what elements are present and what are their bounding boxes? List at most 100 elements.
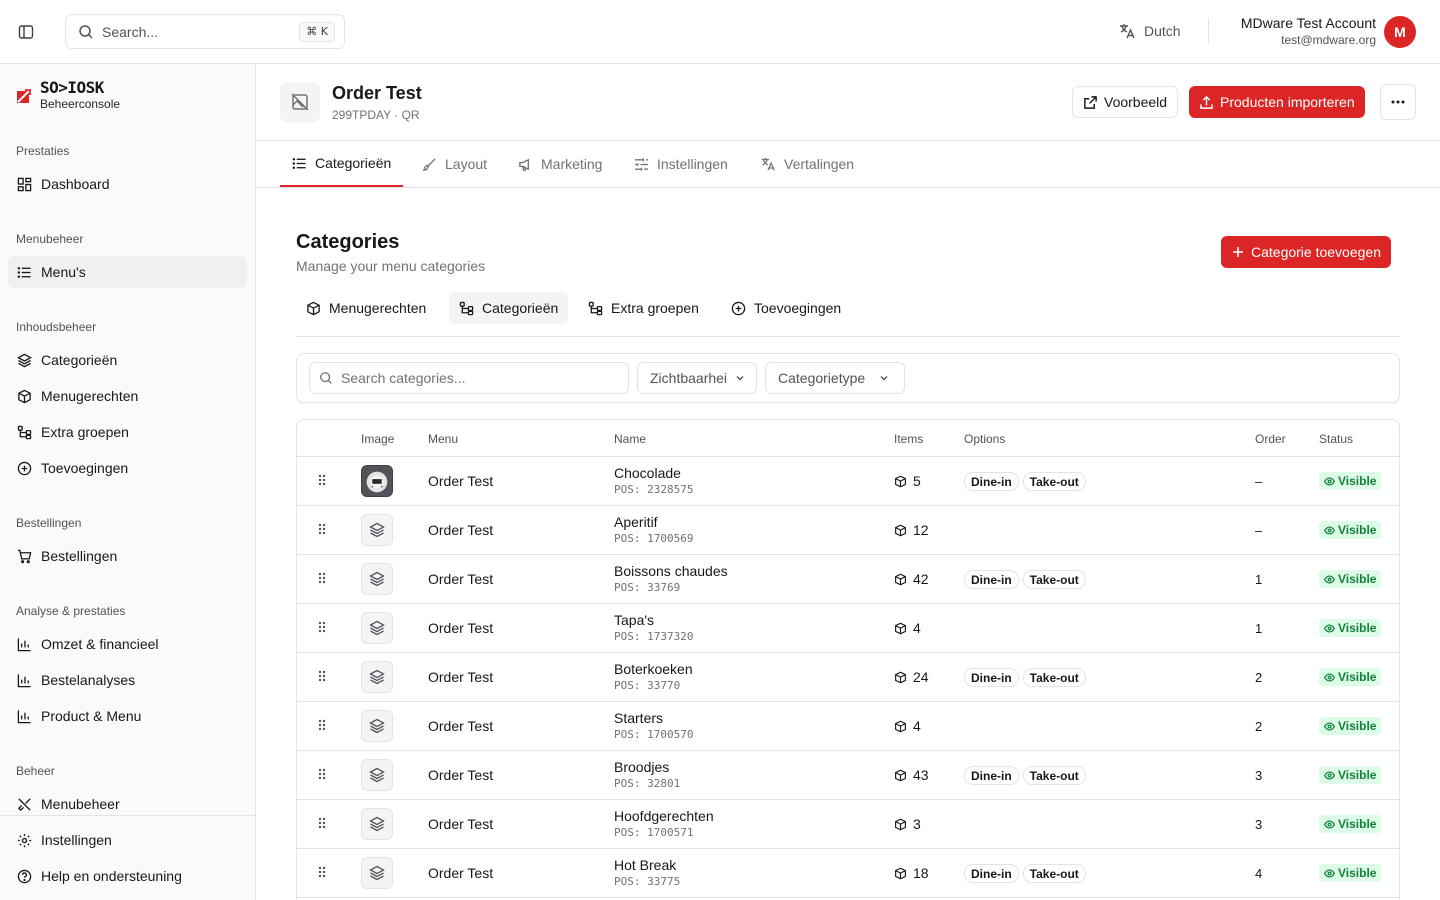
tab-categories[interactable]: Categorieën: [280, 141, 404, 187]
category-search-input[interactable]: Search categories...: [309, 362, 629, 394]
import-products-button[interactable]: Producten importeren: [1189, 86, 1365, 118]
search-icon: [319, 371, 333, 385]
status-label: Visible: [1338, 523, 1377, 537]
status-badge[interactable]: Visible: [1319, 619, 1382, 637]
subtab-addons[interactable]: Toevoegingen: [721, 292, 851, 324]
table-row[interactable]: Order Test Boterkoeken POS: 33770 24 Dine-in…: [297, 653, 1399, 702]
category-name-cell[interactable]: Tapa's POS: 1737320: [614, 612, 693, 645]
status-badge[interactable]: Visible: [1319, 815, 1382, 833]
drag-handle-icon[interactable]: [315, 718, 329, 732]
sidebar-item-menu-items[interactable]: Menugerechten: [8, 380, 247, 412]
global-search-input[interactable]: Search... ⌘ K: [65, 14, 345, 49]
status-badge[interactable]: Visible: [1319, 864, 1382, 882]
subtab-categories[interactable]: Categorieën: [449, 292, 569, 324]
status-badge[interactable]: Visible: [1319, 668, 1382, 686]
table-row[interactable]: Order Test Starters POS: 1700570 4 2 Visible: [297, 702, 1399, 751]
tab-settings[interactable]: Instellingen: [622, 141, 740, 187]
category-name-cell[interactable]: Aperitif POS: 1700569: [614, 514, 693, 547]
tab-marketing[interactable]: Marketing: [506, 141, 614, 187]
sidebar-item-settings[interactable]: Instellingen: [8, 824, 247, 856]
category-name: Aperitif: [614, 514, 658, 530]
no-image-icon: [280, 82, 320, 122]
table-row[interactable]: Order Test Tapa's POS: 1737320 4 1 Visible: [297, 604, 1399, 653]
pos-code: POS: 1700569: [614, 532, 694, 545]
sidebar-item-order-analytics[interactable]: Bestelanalyses: [8, 664, 247, 696]
avatar[interactable]: M: [1384, 16, 1416, 48]
account-menu[interactable]: MDware Test Account test@mdware.org: [1241, 15, 1376, 48]
sidebar-item-label: Instellingen: [41, 832, 112, 848]
drag-handle-icon[interactable]: [315, 522, 329, 536]
subtab-extra-groups[interactable]: Extra groepen: [578, 292, 709, 324]
sidebar-item-categories[interactable]: Categorieën: [8, 344, 247, 376]
category-type-filter[interactable]: Categorietype: [765, 362, 905, 394]
visibility-filter[interactable]: Zichtbaarhei: [637, 362, 757, 394]
drag-handle-icon[interactable]: [315, 571, 329, 585]
drag-handle-icon[interactable]: [315, 669, 329, 683]
list-icon: [16, 264, 32, 280]
category-name-cell[interactable]: Broodjes POS: 32801: [614, 759, 680, 792]
chevron-down-icon: [735, 373, 745, 383]
subtab-menu-items[interactable]: Menugerechten: [296, 292, 436, 324]
more-options-button[interactable]: [1380, 84, 1416, 120]
drag-handle-icon[interactable]: [315, 816, 329, 830]
sidebar-item-dashboard[interactable]: Dashboard: [8, 168, 247, 200]
items-count-value: 3: [913, 816, 921, 832]
plus-icon: [1231, 245, 1245, 259]
tab-translations[interactable]: Vertalingen: [748, 141, 866, 187]
sidebar-item-product-menu[interactable]: Product & Menu: [8, 700, 247, 732]
table-row[interactable]: Order Test Chocolade POS: 2328575 5 Dine-in T…: [297, 457, 1399, 506]
status-label: Visible: [1338, 621, 1377, 635]
sidebar-item-help[interactable]: Help en ondersteuning: [8, 860, 247, 892]
status-badge[interactable]: Visible: [1319, 472, 1382, 490]
add-category-button[interactable]: Categorie toevoegen: [1221, 236, 1391, 268]
pos-code: POS: 1700571: [614, 826, 694, 839]
status-badge[interactable]: Visible: [1319, 521, 1382, 539]
sidebar-item-label: Omzet & financieel: [41, 636, 159, 652]
items-count-value: 4: [913, 620, 921, 636]
table-row[interactable]: Order Test Hoofdgerechten POS: 1700571 3 3 Vi…: [297, 800, 1399, 849]
plus-circle-icon: [731, 301, 746, 316]
drag-handle-icon[interactable]: [315, 767, 329, 781]
sidebar-item-menus[interactable]: Menu's: [8, 256, 247, 288]
language-switcher[interactable]: Dutch: [1118, 22, 1181, 40]
sidebar-item-addons[interactable]: Toevoegingen: [8, 452, 247, 484]
category-name-cell[interactable]: Hot Break POS: 33775: [614, 857, 680, 890]
sidebar-item-orders[interactable]: Bestellingen: [8, 540, 247, 572]
status-badge[interactable]: Visible: [1319, 766, 1382, 784]
category-name-cell[interactable]: Hoofdgerechten POS: 1700571: [614, 808, 714, 841]
option-badge: Dine-in: [964, 668, 1019, 687]
category-type-filter-label: Categorietype: [778, 370, 866, 386]
table-row[interactable]: Order Test Boissons chaudes POS: 33769 42 Di…: [297, 555, 1399, 604]
sidebar-item-revenue[interactable]: Omzet & financieel: [8, 628, 247, 660]
category-name-cell[interactable]: Boterkoeken POS: 33770: [614, 661, 693, 694]
menu-tabs: Categorieën Layout Marketing Instellinge…: [256, 141, 1440, 188]
pos-code: POS: 32801: [614, 777, 681, 790]
drag-handle-icon[interactable]: [315, 473, 329, 487]
help-icon: [16, 868, 32, 884]
package-icon: [894, 622, 907, 635]
language-label: Dutch: [1144, 23, 1181, 39]
status-badge[interactable]: Visible: [1319, 570, 1382, 588]
category-name-cell[interactable]: Boissons chaudes POS: 33769: [614, 563, 728, 596]
tab-layout[interactable]: Layout: [410, 141, 499, 187]
drag-handle-icon[interactable]: [315, 865, 329, 879]
menu-name: Order Test: [428, 522, 494, 538]
sidebar-toggle-icon[interactable]: [14, 20, 38, 44]
table-row[interactable]: Order Test Aperitif POS: 1700569 12 – Visible: [297, 506, 1399, 555]
status-badge[interactable]: Visible: [1319, 717, 1382, 735]
table-row[interactable]: Order Test Broodjes POS: 32801 43 Dine-in Tak…: [297, 751, 1399, 800]
column-header-options: Options: [964, 432, 1006, 446]
search-icon: [78, 24, 94, 40]
brand-logo[interactable]: SO>IOSK Beheerconsole: [16, 78, 120, 111]
column-header-menu: Menu: [428, 432, 459, 446]
items-count: 42: [894, 571, 929, 587]
preview-button[interactable]: Voorbeeld: [1072, 86, 1179, 118]
status-label: Visible: [1338, 866, 1377, 880]
category-name-cell[interactable]: Chocolade POS: 2328575: [614, 465, 693, 498]
table-row[interactable]: Order Test Hot Break POS: 33775 18 Dine-in Ta…: [297, 849, 1399, 898]
sidebar-item-extra-groups[interactable]: Extra groepen: [8, 416, 247, 448]
menu-name: Order Test: [428, 669, 494, 685]
category-name-cell[interactable]: Starters POS: 1700570: [614, 710, 693, 743]
items-count-value: 5: [913, 473, 921, 489]
drag-handle-icon[interactable]: [315, 620, 329, 634]
